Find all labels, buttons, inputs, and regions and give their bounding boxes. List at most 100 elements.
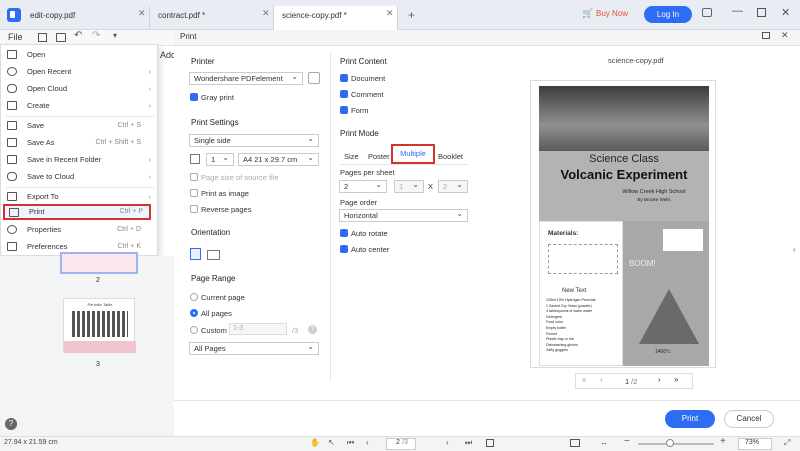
form-label: Form	[351, 106, 369, 115]
current-page-radio[interactable]	[190, 293, 198, 301]
fullscreen-icon[interactable]: ⤢	[784, 438, 790, 448]
menu-item-open-cloud[interactable]: Open Cloud ›	[1, 80, 157, 97]
printer-select[interactable]: Wondershare PDFelement	[189, 71, 303, 85]
auto-center-checkbox[interactable]	[340, 245, 348, 253]
select-tool-icon[interactable]: ↖	[328, 438, 335, 447]
zoom-slider-handle[interactable]	[666, 439, 674, 447]
tab-poster[interactable]: Poster	[368, 152, 390, 161]
thumbnail-page-2[interactable]	[60, 252, 138, 274]
last-page-icon[interactable]: »	[674, 375, 678, 384]
zoom-slider[interactable]	[638, 443, 714, 445]
close-icon[interactable]: ✕	[386, 8, 394, 19]
maximize-icon[interactable]	[757, 8, 766, 17]
zoom-in-icon[interactable]: +	[720, 436, 726, 447]
menu-item-properties[interactable]: Properties Ctrl + D	[1, 221, 157, 238]
portrait-icon[interactable]	[190, 248, 201, 260]
menu-item-open-recent[interactable]: Open Recent ›	[1, 63, 157, 80]
page-input[interactable]	[386, 438, 416, 450]
document-checkbox[interactable]	[340, 74, 348, 82]
reverse-pages-checkbox[interactable]	[190, 205, 198, 213]
print-as-image-checkbox[interactable]	[190, 189, 198, 197]
tab-edit-copy[interactable]: edit-copy.pdf	[22, 6, 150, 30]
menu-item-export-to[interactable]: Export To ›	[1, 188, 157, 205]
volcano-photo	[539, 86, 709, 151]
print-button[interactable]: Print	[665, 410, 715, 428]
close-icon[interactable]: ✕	[781, 30, 789, 41]
customize-icon[interactable]: ▾	[113, 31, 117, 40]
comment-checkbox[interactable]	[340, 90, 348, 98]
subset-select[interactable]: All Pages	[189, 341, 319, 355]
tab-science-copy[interactable]: science-copy.pdf *	[274, 6, 398, 30]
next-page-icon[interactable]: ›	[446, 438, 449, 447]
custom-radio[interactable]	[190, 326, 198, 334]
close-icon[interactable]: ✕	[138, 8, 146, 19]
maximize-icon[interactable]	[762, 32, 770, 39]
login-button[interactable]: Log In	[644, 6, 692, 23]
buy-now-link[interactable]: Buy Now	[596, 9, 628, 18]
print-content-heading: Print Content	[340, 57, 387, 66]
page-order-select[interactable]: Horizontal	[339, 208, 468, 222]
pages-per-sheet-label: Pages per sheet	[340, 168, 395, 177]
menu-item-save[interactable]: Save Ctrl + S	[1, 117, 157, 134]
pages-per-sheet-select[interactable]: 2	[339, 179, 387, 193]
menu-item-create[interactable]: Create ›	[1, 97, 157, 114]
preview-page-number[interactable]: 1	[625, 377, 629, 386]
side-select[interactable]: Single side	[189, 133, 319, 147]
landscape-icon[interactable]	[207, 250, 220, 260]
hand-tool-icon[interactable]: ✋	[310, 438, 320, 447]
first-page-icon[interactable]: ⏮	[347, 438, 354, 448]
file-menu-button[interactable]: File	[8, 32, 23, 42]
new-tab-icon[interactable]: +	[408, 8, 415, 22]
window-close-icon[interactable]: ✕	[781, 6, 790, 19]
page-display-icon[interactable]	[570, 439, 580, 447]
message-icon[interactable]	[702, 8, 712, 17]
page-total: /3	[402, 439, 408, 446]
columns-stepper[interactable]: 1	[394, 179, 424, 193]
thumbnail-page-3[interactable]: Periodic Table	[63, 298, 136, 353]
fit-width-icon[interactable]: ↔	[600, 438, 608, 447]
prev-page-icon[interactable]: ‹	[366, 438, 369, 447]
printer-settings-icon[interactable]	[308, 72, 320, 84]
reverse-pages-label: Reverse pages	[201, 205, 252, 214]
last-page-icon[interactable]: ⏭	[465, 438, 472, 448]
minimize-icon[interactable]: —	[732, 5, 743, 17]
prev-page-icon[interactable]: ‹	[600, 375, 603, 384]
tab-multiple[interactable]: Multiple	[391, 144, 435, 164]
rows-stepper[interactable]: 2	[438, 179, 468, 193]
menu-item-save-recent-folder[interactable]: Save in Recent Folder ›	[1, 151, 157, 168]
fit-page-icon[interactable]	[486, 439, 494, 447]
tab-contract[interactable]: contract.pdf *	[150, 6, 274, 30]
tab-size[interactable]: Size	[344, 152, 359, 161]
next-page-icon[interactable]: ›	[658, 375, 661, 384]
printer-icon[interactable]	[56, 33, 66, 42]
zoom-out-icon[interactable]: −	[624, 436, 630, 447]
custom-range-input[interactable]: 1-3	[229, 323, 287, 335]
page-size-source-checkbox[interactable]	[190, 173, 198, 181]
first-page-icon[interactable]: «	[582, 375, 586, 384]
menu-item-save-as[interactable]: Save As Ctrl + Shift + S	[1, 134, 157, 151]
save-as-icon	[7, 138, 17, 147]
menu-item-save-to-cloud[interactable]: Save to Cloud ›	[1, 168, 157, 185]
auto-rotate-checkbox[interactable]	[340, 229, 348, 237]
help-icon[interactable]: ?	[308, 325, 317, 334]
all-pages-radio[interactable]	[190, 309, 198, 317]
undo-icon[interactable]: ↶	[74, 30, 82, 41]
tab-booklet[interactable]: Booklet	[438, 152, 463, 161]
cloud-icon	[7, 172, 17, 181]
cart-icon[interactable]: 🛒	[582, 8, 593, 19]
menu-item-print[interactable]: Print Ctrl + P	[3, 204, 151, 220]
printer-icon	[9, 208, 19, 217]
current-page-label: Current page	[201, 293, 245, 302]
preview-heading-2: Volcanic Experiment	[560, 167, 688, 182]
cancel-button[interactable]: Cancel	[724, 410, 774, 428]
paper-size-select[interactable]: A4 21 x 29.7 cm	[238, 152, 319, 166]
gray-print-checkbox[interactable]	[190, 93, 198, 101]
redo-icon[interactable]: ↷	[92, 30, 100, 41]
close-icon[interactable]: ✕	[262, 8, 270, 19]
copies-stepper[interactable]: 1	[206, 152, 234, 166]
menu-item-open[interactable]: Open	[1, 46, 157, 63]
side-panel-arrow-icon[interactable]: ‹	[793, 245, 796, 254]
form-checkbox[interactable]	[340, 106, 348, 114]
help-icon[interactable]: ?	[5, 418, 17, 430]
save-icon[interactable]	[38, 33, 47, 42]
